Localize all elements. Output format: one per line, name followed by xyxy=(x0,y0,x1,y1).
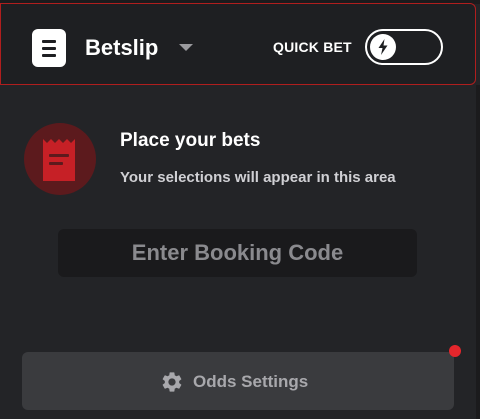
quick-bet-toggle[interactable] xyxy=(365,29,443,65)
toggle-knob xyxy=(370,34,396,60)
gear-icon xyxy=(162,372,182,392)
right-edge-strip xyxy=(476,85,480,419)
empty-state-subtitle: Your selections will appear in this area xyxy=(120,169,396,186)
chevron-down-icon[interactable] xyxy=(179,44,193,51)
betslip-panel: Betslip QUICK BET Place your bets Your s… xyxy=(0,0,480,419)
betslip-list-icon[interactable] xyxy=(32,29,66,67)
lightning-bolt-icon xyxy=(378,39,388,55)
quick-bet-label: QUICK BET xyxy=(273,39,352,55)
notification-dot xyxy=(449,345,461,357)
betslip-header: Betslip QUICK BET xyxy=(0,3,476,85)
odds-settings-label: Odds Settings xyxy=(193,372,309,391)
receipt-icon xyxy=(24,123,96,195)
odds-settings-button[interactable]: Odds Settings xyxy=(22,352,454,410)
empty-state-title: Place your bets xyxy=(120,130,261,151)
booking-code-input[interactable] xyxy=(58,229,417,277)
betslip-title[interactable]: Betslip xyxy=(85,35,158,61)
